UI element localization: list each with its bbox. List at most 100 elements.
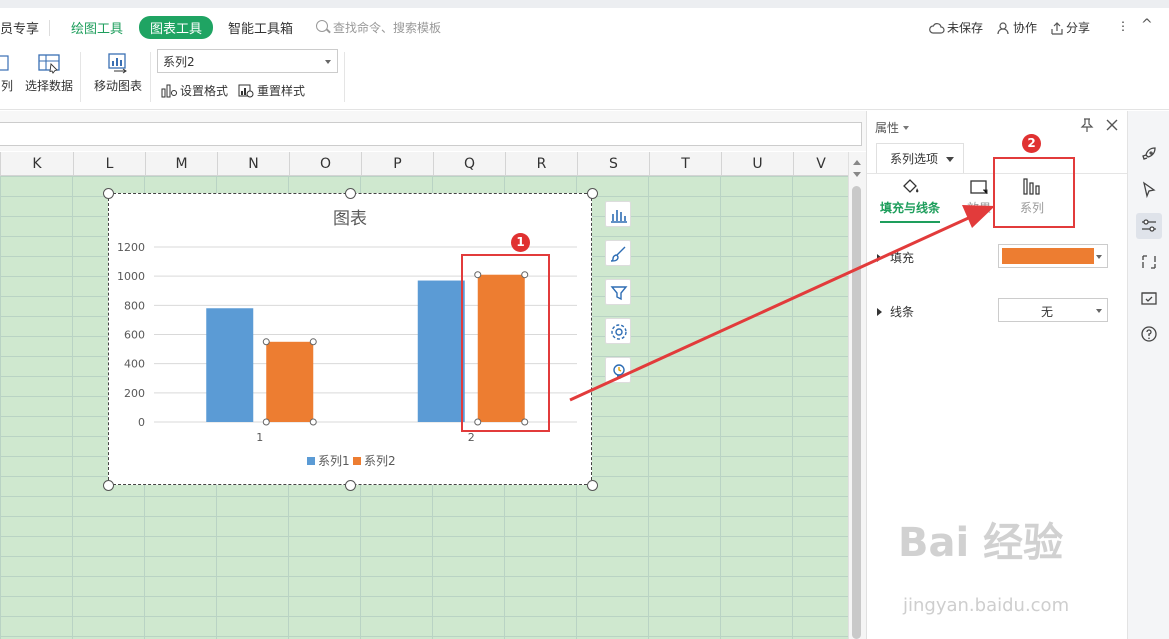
- help-button[interactable]: [1136, 321, 1162, 347]
- format-label: 设置格式: [180, 84, 229, 98]
- move-chart-icon: [108, 53, 127, 74]
- brush-icon: [610, 246, 626, 262]
- column-header[interactable]: Q: [433, 152, 505, 176]
- chart-settings-button[interactable]: [605, 318, 631, 344]
- baidu-watermark-url: jingyan.baidu.com: [903, 595, 1070, 616]
- effect-label: 效果: [966, 201, 991, 215]
- move-chart-button[interactable]: 移动图表: [92, 52, 144, 94]
- series-options-tab[interactable]: 系列选项: [876, 143, 964, 173]
- rocket-button[interactable]: [1136, 141, 1162, 167]
- column-header[interactable]: U: [721, 152, 793, 176]
- column-header[interactable]: K: [0, 152, 73, 176]
- reset-style-icon: [238, 84, 254, 98]
- x-tick-label: 2: [468, 431, 475, 444]
- column-header[interactable]: M: [145, 152, 217, 176]
- vertical-scrollbar[interactable]: [848, 152, 866, 639]
- app-window: 员专享 绘图工具 图表工具 智能工具箱 查找命令、搜索模板 未保存 协作 分享 …: [0, 0, 1169, 639]
- search-input[interactable]: 查找命令、搜索模板: [333, 19, 441, 36]
- close-icon[interactable]: [1106, 119, 1118, 131]
- unsaved-label: 未保存: [947, 21, 984, 35]
- chart-filter-button[interactable]: [605, 279, 631, 305]
- line-style-dropdown[interactable]: 无: [998, 298, 1108, 322]
- series-dropdown[interactable]: 系列2: [157, 49, 338, 73]
- tab-member[interactable]: 员专享: [0, 18, 39, 37]
- formula-bar-area: [0, 111, 866, 151]
- tray-check-icon: [1141, 292, 1157, 305]
- collapse-ribbon-icon[interactable]: ^: [1141, 17, 1153, 33]
- y-tick-label: 1000: [117, 270, 145, 283]
- panel-title[interactable]: 属性: [875, 119, 909, 136]
- title-strip: [0, 0, 1169, 8]
- column-header[interactable]: O: [289, 152, 361, 176]
- tab-divider: [49, 20, 50, 36]
- reset-style-button[interactable]: 重置样式: [238, 82, 305, 99]
- select-data-icon: [38, 54, 60, 74]
- bar-selection-handle: [309, 418, 317, 426]
- select-data-button[interactable]: 选择数据: [24, 52, 74, 94]
- backup-button[interactable]: [1136, 285, 1162, 311]
- lightbulb-icon: [613, 364, 625, 379]
- collab-button[interactable]: 协作: [997, 19, 1037, 36]
- line-section-toggle[interactable]: 线条: [877, 303, 914, 320]
- resize-handle[interactable]: [587, 480, 598, 491]
- transform-button[interactable]: [1136, 249, 1162, 275]
- scroll-up-icon[interactable]: [853, 156, 861, 165]
- step-badge-1: 1: [511, 233, 530, 252]
- resize-handle[interactable]: [345, 480, 356, 491]
- line-style-value: 无: [1040, 305, 1053, 319]
- series-partial-button[interactable]: 列: [0, 52, 14, 94]
- column-header[interactable]: S: [577, 152, 649, 176]
- fill-color-swatch: [1002, 248, 1094, 264]
- chart-style-button[interactable]: [605, 240, 631, 266]
- column-header[interactable]: P: [361, 152, 433, 176]
- fill-line-tab[interactable]: 填充与线条: [875, 177, 945, 216]
- fill-line-label: 填充与线条: [879, 201, 940, 215]
- resize-handle[interactable]: [103, 480, 114, 491]
- baidu-watermark: Bai 经验: [898, 520, 1064, 566]
- share-label: 分享: [1066, 21, 1091, 35]
- chart-ai-button[interactable]: [605, 357, 631, 383]
- resize-handle[interactable]: [103, 188, 114, 199]
- share-button[interactable]: 分享: [1050, 19, 1090, 36]
- fill-color-dropdown[interactable]: [998, 244, 1108, 268]
- cursor-icon: [1142, 181, 1156, 199]
- column-header[interactable]: R: [505, 152, 577, 176]
- select-data-label: 选择数据: [24, 79, 73, 93]
- step-badge-2: 2: [1022, 134, 1041, 153]
- legend-swatch: [353, 457, 361, 465]
- format-icon: [161, 84, 177, 98]
- cloud-icon: [929, 23, 945, 34]
- format-button[interactable]: 设置格式: [161, 82, 228, 99]
- side-toolbar: [1127, 111, 1169, 639]
- chart-elements-button[interactable]: [605, 201, 631, 227]
- column-header[interactable]: N: [217, 152, 289, 176]
- formula-input[interactable]: [0, 122, 862, 146]
- reset-style-label: 重置样式: [257, 84, 306, 98]
- tab-smart-toolbox[interactable]: 智能工具箱: [228, 18, 293, 37]
- unsaved-button[interactable]: 未保存: [929, 19, 983, 36]
- share-icon: [1051, 22, 1063, 35]
- bar-selection-handle: [309, 338, 317, 346]
- column-header[interactable]: T: [649, 152, 721, 176]
- select-pointer-button[interactable]: [1136, 177, 1162, 203]
- column-header[interactable]: V: [793, 152, 848, 176]
- resize-handle[interactable]: [587, 188, 598, 199]
- ribbon: 列 选择数据 移动图表 系列2 设置格式 重置样式: [0, 46, 1169, 110]
- more-icon[interactable]: ⋮: [1117, 19, 1129, 33]
- bar-系列1-1: [206, 308, 254, 422]
- legend-label: 系列2: [364, 454, 396, 468]
- column-header[interactable]: L: [73, 152, 145, 176]
- scroll-down-icon[interactable]: [853, 172, 861, 181]
- tab-draw-tools[interactable]: 绘图工具: [71, 18, 123, 37]
- y-tick-label: 600: [124, 329, 145, 342]
- properties-button[interactable]: [1136, 213, 1162, 239]
- tab-chart-tools[interactable]: 图表工具: [139, 16, 214, 39]
- search-icon[interactable]: [316, 20, 328, 32]
- ribbon-divider: [80, 52, 81, 102]
- move-chart-label: 移动图表: [93, 79, 142, 93]
- fill-section-toggle[interactable]: 填充: [877, 249, 914, 266]
- scroll-thumb[interactable]: [852, 186, 861, 639]
- resize-handle[interactable]: [345, 188, 356, 199]
- y-tick-label: 1200: [117, 241, 145, 254]
- pin-icon[interactable]: [1080, 118, 1094, 132]
